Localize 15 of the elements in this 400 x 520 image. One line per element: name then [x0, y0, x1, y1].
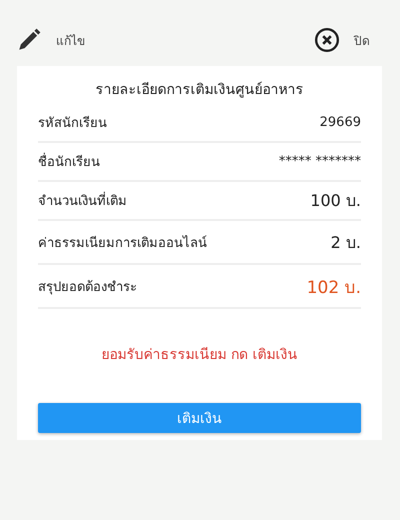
row-label: รหัสนักเรียน [38, 114, 107, 133]
row-value: 100 บ. [310, 190, 361, 212]
row-label: ชื่อนักเรียน [38, 151, 100, 172]
row-value: 2 บ. [330, 232, 361, 254]
row-value: 29669 [320, 115, 361, 130]
close-label[interactable]: ปิด [354, 30, 370, 50]
row-label: จำนวนเงินที่เติม [38, 190, 127, 211]
notice-text: ยอมรับค่าธรรมเนียม กด เติมเงิน [100, 346, 298, 365]
row-label: สรุปยอดต้องชำระ [38, 278, 137, 296]
edit-label[interactable]: แก้ไข [56, 30, 85, 50]
row-value: ***** ******* [278, 154, 361, 169]
row-value: 102 บ. [306, 276, 361, 300]
close-icon[interactable] [314, 27, 340, 53]
card-title: รายละเอียดการเติมเงินศูนย์อาหาร [94, 80, 304, 100]
row-label: ค่าธรรมเนียมการเติมออนไลน์ [38, 234, 207, 252]
